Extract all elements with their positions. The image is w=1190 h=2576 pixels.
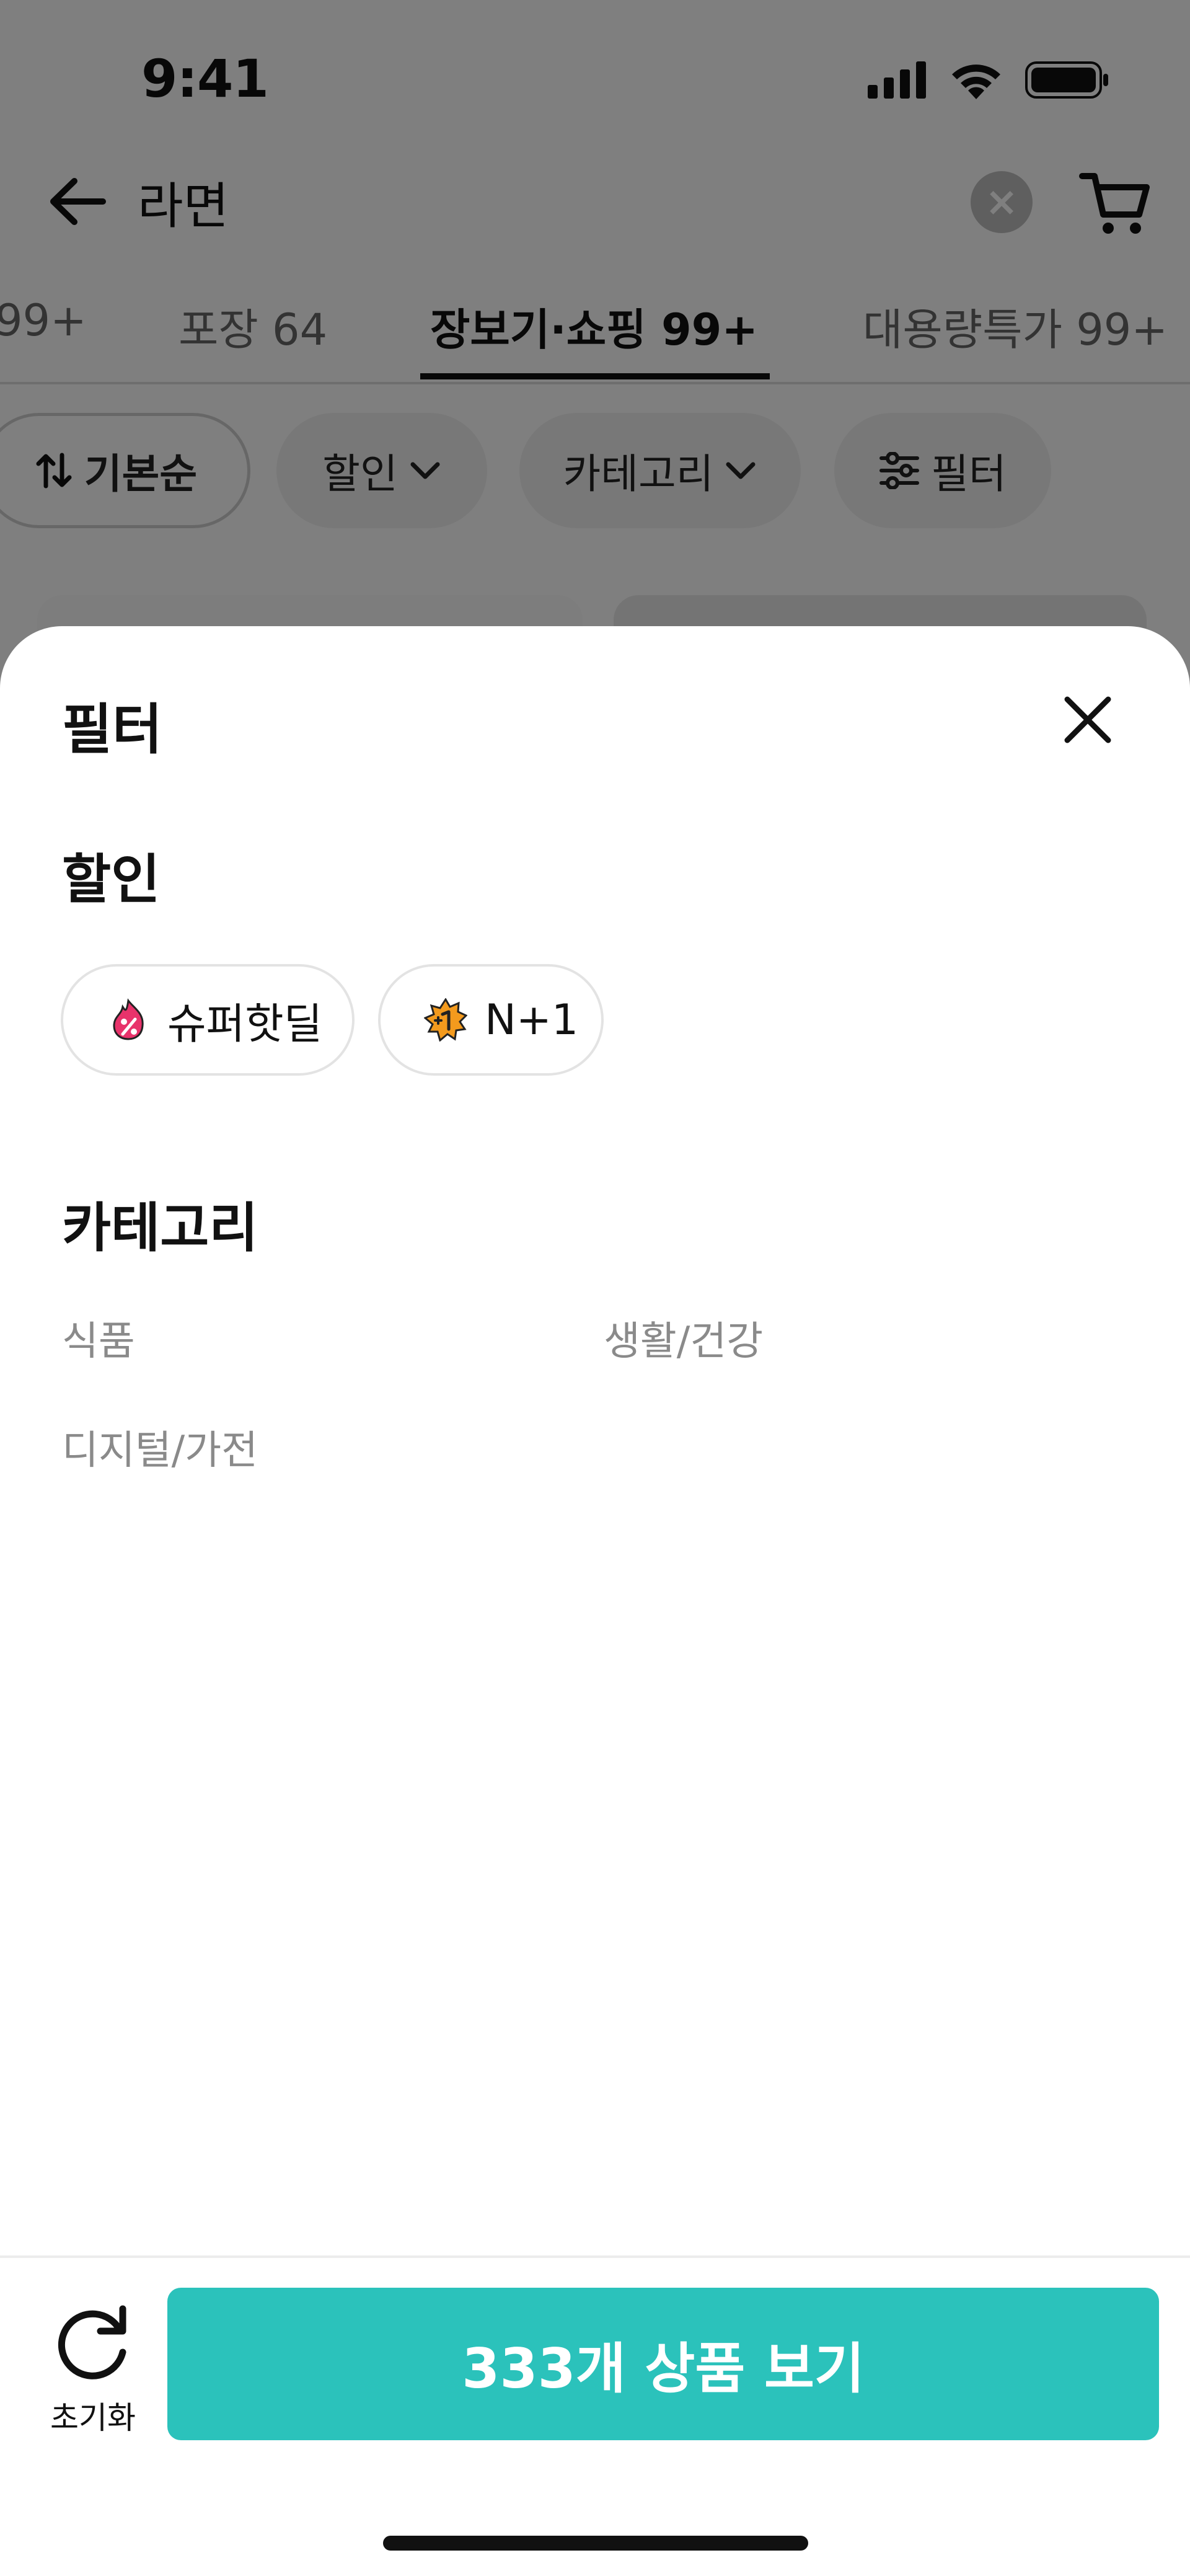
filter-bottom-sheet: 필터 할인 슈퍼핫딜 N+1 카테고리 식품 생활/건강 디지털/가전 초기화 — [0, 626, 1190, 2576]
super-hot-deal-option[interactable]: 슈퍼핫딜 — [61, 964, 355, 1076]
reset-button[interactable]: 초기화 — [43, 2300, 143, 2443]
n-plus-one-label: N+1 — [485, 995, 579, 1045]
category-item-living-health[interactable]: 생활/건강 — [604, 1309, 763, 1366]
reset-label: 초기화 — [50, 2400, 136, 2436]
discount-section-title: 할인 — [62, 849, 161, 911]
close-icon[interactable] — [1054, 686, 1122, 754]
refresh-icon — [58, 2305, 126, 2379]
n-plus-one-icon — [424, 998, 467, 1042]
category-section-title: 카테고리 — [62, 1197, 258, 1259]
category-item-food[interactable]: 식품 — [62, 1309, 135, 1366]
category-item-digital-appliance[interactable]: 디지털/가전 — [62, 1419, 258, 1476]
super-hot-deal-icon — [113, 998, 144, 1040]
view-products-label: 333개 상품 보기 — [462, 2336, 865, 2401]
sheet-title: 필터 — [62, 697, 162, 761]
home-indicator — [383, 2536, 808, 2551]
view-products-button[interactable]: 333개 상품 보기 — [167, 2288, 1159, 2440]
super-hot-deal-label: 슈퍼핫딜 — [167, 999, 323, 1049]
footer-divider — [0, 2255, 1190, 2258]
n-plus-one-option[interactable]: N+1 — [378, 964, 604, 1076]
